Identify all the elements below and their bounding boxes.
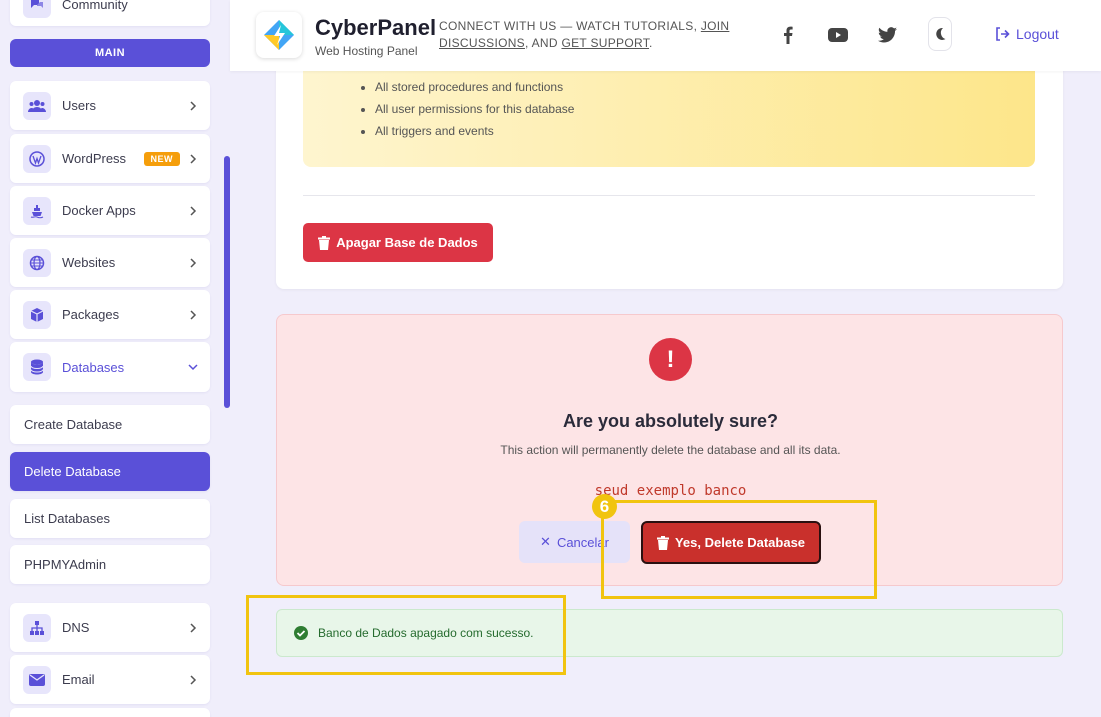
divider (303, 195, 1035, 196)
sidebar-item-label: WordPress (62, 151, 127, 166)
chevron-right-icon (190, 100, 197, 111)
warning-list: All stored procedures and functions All … (375, 80, 574, 146)
twitter-icon[interactable] (877, 25, 897, 45)
new-badge: NEW (143, 151, 180, 166)
connect-text: CONNECT WITH US — WATCH TUTORIALS, JOIN … (439, 18, 739, 52)
chevron-right-icon (190, 309, 197, 320)
sidebar-item-databases[interactable]: Databases (10, 342, 210, 392)
chevron-right-icon (190, 257, 197, 268)
sidebar-item-next[interactable] (10, 708, 210, 717)
connect-suffix: . (649, 36, 653, 50)
delete-database-button[interactable]: Apagar Base de Dados (303, 223, 493, 262)
step-number-badge: 6 (592, 494, 617, 519)
warning-box: All stored procedures and functions All … (303, 60, 1035, 167)
chevron-right-icon (190, 622, 197, 633)
chevron-down-icon (188, 364, 198, 371)
docker-icon (23, 196, 51, 225)
chevron-right-icon (190, 674, 197, 685)
brand-subtitle: Web Hosting Panel (315, 44, 418, 58)
wordpress-icon (23, 144, 51, 173)
list-item: All stored procedures and functions (375, 80, 574, 102)
sidebar-item-websites[interactable]: Websites (10, 238, 210, 287)
section-header-main: MAIN (10, 39, 210, 67)
users-icon (23, 91, 51, 120)
facebook-icon[interactable] (778, 25, 798, 45)
sidebar-item-email[interactable]: Email (10, 655, 210, 704)
exclamation-icon: ! (649, 338, 692, 381)
sidebar: Community MAIN Users WordPress NEW Docke… (0, 0, 230, 717)
delete-database-label: Apagar Base de Dados (336, 235, 478, 250)
sidebar-item-wordpress[interactable]: WordPress NEW (10, 134, 210, 183)
sidebar-subitem-list-databases[interactable]: List Databases (10, 499, 210, 538)
list-item: All triggers and events (375, 124, 574, 146)
sidebar-subitem-delete-database[interactable]: Delete Database (10, 452, 210, 491)
database-name: seud exemplo banco (594, 483, 747, 499)
sidebar-item-label: Community (62, 0, 128, 12)
sidebar-item-dns[interactable]: DNS (10, 603, 210, 652)
sidebar-item-docker-apps[interactable]: Docker Apps (10, 186, 210, 235)
sidebar-item-label: Packages (62, 307, 120, 322)
close-icon: ✕ (540, 534, 551, 549)
sidebar-item-label: Email (62, 672, 95, 687)
sidebar-subitem-create-database[interactable]: Create Database (10, 405, 210, 444)
sidebar-item-label: Databases (62, 359, 125, 375)
database-icon (23, 353, 51, 381)
cyberpanel-logo[interactable] (256, 12, 302, 58)
database-info-card: All stored procedures and functions All … (276, 60, 1063, 289)
logout-label: Logout (1016, 26, 1059, 42)
chevron-right-icon (190, 205, 197, 216)
highlight-confirm-button (601, 500, 877, 599)
brand-title: CyberPanel (315, 15, 437, 40)
logout-icon (996, 27, 1010, 41)
trash-icon (318, 235, 331, 250)
top-header: CyberPanel Web Hosting Panel CONNECT WIT… (230, 0, 1101, 71)
community-icon (23, 0, 51, 18)
sidebar-item-label: Users (62, 98, 96, 113)
highlight-success-alert (246, 595, 566, 675)
sidebar-item-community[interactable]: Community (10, 0, 210, 26)
theme-toggle[interactable] (928, 17, 952, 51)
get-support-link[interactable]: GET SUPPORT (561, 36, 649, 50)
list-item: All user permissions for this database (375, 102, 574, 124)
confirm-title: Are you absolutely sure? (562, 411, 779, 431)
moon-icon (936, 27, 946, 40)
sidebar-subitem-phpmyadmin[interactable]: PHPMYAdmin (10, 545, 210, 584)
connect-prefix: CONNECT WITH US — WATCH TUTORIALS, (439, 19, 701, 33)
sidebar-item-packages[interactable]: Packages (10, 290, 210, 339)
sidebar-scrollbar[interactable] (224, 156, 230, 408)
logout-button[interactable]: Logout (995, 26, 1059, 42)
envelope-icon (23, 665, 51, 694)
connect-mid: , AND (524, 36, 562, 50)
confirm-description: This action will permanently delete the … (500, 443, 841, 457)
sidebar-item-label: Docker Apps (62, 203, 136, 218)
chevron-right-icon (190, 153, 197, 164)
package-icon (23, 300, 51, 329)
sitemap-icon (23, 613, 51, 642)
globe-icon (23, 248, 51, 277)
sidebar-item-label: DNS (62, 620, 90, 635)
youtube-icon[interactable] (827, 25, 849, 45)
sidebar-item-users[interactable]: Users (10, 81, 210, 130)
sidebar-item-label: Websites (62, 255, 116, 270)
